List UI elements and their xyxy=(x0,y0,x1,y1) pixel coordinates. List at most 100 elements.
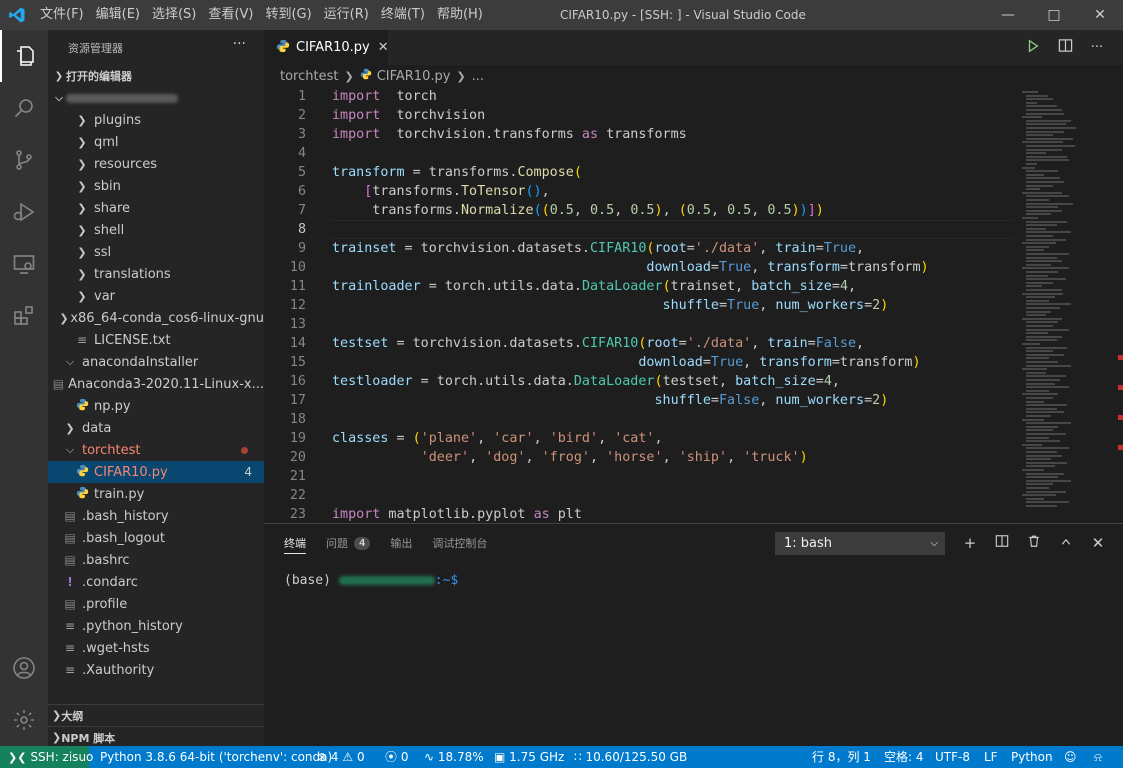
tree-folder[interactable]: ❯ translations xyxy=(48,263,264,285)
code-line[interactable]: 20 'deer', 'dog', 'frog', 'horse', 'ship… xyxy=(264,448,1014,467)
tree-folder[interactable]: ⌵ torchtest xyxy=(48,439,264,461)
code-line[interactable]: 8 xyxy=(264,220,1014,239)
notifications-bell-icon[interactable]: ⍾ xyxy=(1094,746,1102,768)
tree-folder[interactable]: ⌵ anacondaInstaller xyxy=(48,351,264,373)
code-line[interactable]: 12 shuffle=True, num_workers=2) xyxy=(264,296,1014,315)
split-editor-icon[interactable] xyxy=(1049,38,1081,57)
trash-icon[interactable] xyxy=(1018,534,1050,552)
ports-indicator[interactable]: ⦿ 0 xyxy=(385,746,408,768)
minimap[interactable] xyxy=(1020,87,1112,523)
end-of-line[interactable]: LF xyxy=(984,746,998,768)
tree-file[interactable]: np.py xyxy=(48,395,264,417)
terminal-output[interactable]: (base) :~$ xyxy=(284,573,458,588)
run-file-icon[interactable] xyxy=(1017,39,1049,57)
tab-terminal[interactable]: 终端 xyxy=(284,524,306,562)
code-editor[interactable]: 1 import torch 2 import torchvision 3 import … xyxy=(264,87,1123,523)
code-line[interactable]: 23 import matplotlib.pyplot as plt xyxy=(264,505,1014,523)
code-line[interactable]: 15 download=True, transform=transform) xyxy=(264,353,1014,372)
tree-folder[interactable]: ❯ plugins xyxy=(48,109,264,131)
new-terminal-icon[interactable]: + xyxy=(954,534,986,552)
problems-indicator[interactable]: ⊗ 4 ⚠ 0 xyxy=(317,746,365,768)
code-line[interactable]: 21 xyxy=(264,467,1014,486)
menu-item[interactable]: 文件(F) xyxy=(34,0,90,30)
tree-file[interactable]: ≡ LICENSE.txt xyxy=(48,329,264,351)
python-interpreter[interactable]: Python 3.8.6 64-bit ('torchenv': conda) xyxy=(100,746,332,768)
tree-file[interactable]: ! .condarc xyxy=(48,571,264,593)
breadcrumb-file[interactable]: CIFAR10.py xyxy=(377,69,451,84)
code-line[interactable]: 17 shuffle=False, num_workers=2) xyxy=(264,391,1014,410)
code-line[interactable]: 10 download=True, transform=transform) xyxy=(264,258,1014,277)
tab-cifar10[interactable]: CIFAR10.py ✕ xyxy=(264,30,389,65)
minimize-button[interactable]: — xyxy=(985,0,1031,30)
menu-item[interactable]: 编辑(E) xyxy=(90,0,146,30)
tree-file[interactable]: ▤ .bashrc xyxy=(48,549,264,571)
search-icon[interactable] xyxy=(0,82,48,134)
maximize-button[interactable]: □ xyxy=(1031,0,1077,30)
tree-file[interactable]: train.py xyxy=(48,483,264,505)
encoding[interactable]: UTF-8 xyxy=(935,746,970,768)
indentation[interactable]: 空格: 4 xyxy=(884,746,924,768)
maximize-panel-icon[interactable] xyxy=(1050,534,1082,552)
more-editor-actions-icon[interactable]: ··· xyxy=(1081,40,1113,55)
menu-item[interactable]: 查看(V) xyxy=(202,0,259,30)
open-editors-section[interactable]: ❯ 打开的编辑器 xyxy=(48,65,264,87)
tree-folder[interactable]: ❯ ssl xyxy=(48,241,264,263)
code-line[interactable]: 18 xyxy=(264,410,1014,429)
remote-explorer-icon[interactable] xyxy=(0,238,48,290)
run-debug-icon[interactable] xyxy=(0,186,48,238)
code-line[interactable]: 3 import torchvision.transforms as transf… xyxy=(264,125,1014,144)
terminal-select[interactable]: 1: bash ⌵ xyxy=(775,532,945,555)
tree-file[interactable]: ≡ .Xauthority xyxy=(48,659,264,681)
close-window-button[interactable]: ✕ xyxy=(1077,0,1123,30)
tab-problems[interactable]: 问题 4 xyxy=(326,524,371,562)
cpu-frequency[interactable]: ▣ 1.75 GHz xyxy=(494,746,564,768)
code-line[interactable]: 4 xyxy=(264,144,1014,163)
workspace-root-section[interactable]: ⌵ xyxy=(48,87,264,109)
more-actions-icon[interactable]: ··· xyxy=(233,36,246,52)
code-line[interactable]: 1 import torch xyxy=(264,87,1014,106)
menu-item[interactable]: 帮助(H) xyxy=(431,0,489,30)
tree-file[interactable]: ▤ .bash_history xyxy=(48,505,264,527)
menu-item[interactable]: 运行(R) xyxy=(318,0,375,30)
manage-gear-icon[interactable] xyxy=(0,694,48,746)
npm-scripts-section[interactable]: ❯ NPM 脚本 xyxy=(48,726,264,746)
tree-folder[interactable]: ❯ resources xyxy=(48,153,264,175)
tree-file[interactable]: ▤ Anaconda3-2020.11-Linux-x... xyxy=(48,373,264,395)
tab-output[interactable]: 输出 xyxy=(390,524,412,562)
tree-folder[interactable]: ❯ x86_64-conda_cos6-linux-gnu xyxy=(48,307,264,329)
cursor-position[interactable]: 行 8，列 1 xyxy=(812,746,871,768)
tree-file[interactable]: CIFAR10.py 4 xyxy=(48,461,264,483)
tree-file[interactable]: ≡ .wget-hsts xyxy=(48,637,264,659)
tree-folder[interactable]: ❯ var xyxy=(48,285,264,307)
close-tab-icon[interactable]: ✕ xyxy=(378,40,389,55)
tree-file[interactable]: ≡ .python_history xyxy=(48,615,264,637)
split-terminal-icon[interactable] xyxy=(986,534,1018,552)
explorer-icon[interactable] xyxy=(0,30,48,82)
code-line[interactable]: 11 trainloader = torch.utils.data.DataLoa… xyxy=(264,277,1014,296)
language-mode[interactable]: Python xyxy=(1011,746,1053,768)
extensions-icon[interactable] xyxy=(0,290,48,342)
code-line[interactable]: 9 trainset = torchvision.datasets.CIFAR10… xyxy=(264,239,1014,258)
tree-folder[interactable]: ❯ sbin xyxy=(48,175,264,197)
tree-folder[interactable]: ❯ data xyxy=(48,417,264,439)
breadcrumb-symbol[interactable]: ... xyxy=(472,69,484,84)
code-line[interactable]: 7 transforms.Normalize((0.5, 0.5, 0.5), … xyxy=(264,201,1014,220)
editor-scrollbar[interactable] xyxy=(1112,87,1123,523)
breadcrumb-folder[interactable]: torchtest xyxy=(280,69,338,84)
code-line[interactable]: 5 transform = transforms.Compose( xyxy=(264,163,1014,182)
tab-debug-console[interactable]: 调试控制台 xyxy=(432,524,487,562)
tree-folder[interactable]: ❯ qml xyxy=(48,131,264,153)
tree-folder[interactable]: ❯ share xyxy=(48,197,264,219)
code-line[interactable]: 6 [transforms.ToTensor(), xyxy=(264,182,1014,201)
close-panel-icon[interactable]: ✕ xyxy=(1082,534,1114,552)
code-line[interactable]: 19 classes = ('plane', 'car', 'bird', 'ca… xyxy=(264,429,1014,448)
cpu-usage[interactable]: ∿ 18.78% xyxy=(424,746,484,768)
code-line[interactable]: 14 testset = torchvision.datasets.CIFAR10… xyxy=(264,334,1014,353)
feedback-icon[interactable]: ☺ xyxy=(1064,746,1077,768)
code-line[interactable]: 2 import torchvision xyxy=(264,106,1014,125)
code-line[interactable]: 16 testloader = torch.utils.data.DataLoad… xyxy=(264,372,1014,391)
memory-usage[interactable]: ∷ 10.60/125.50 GB xyxy=(574,746,687,768)
remote-indicator[interactable]: ❯❮ SSH: zisuo xyxy=(0,746,93,768)
source-control-icon[interactable] xyxy=(0,134,48,186)
tree-folder[interactable]: ❯ shell xyxy=(48,219,264,241)
